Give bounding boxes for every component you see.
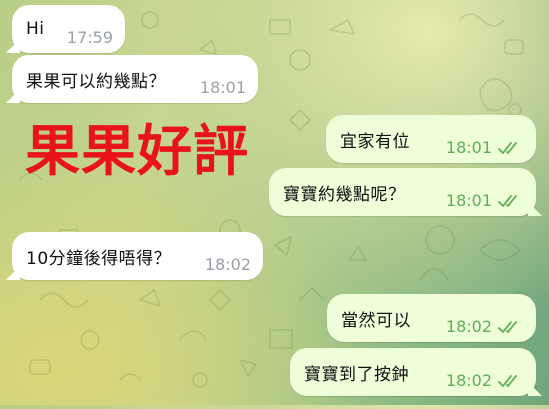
- message-time: 18:01: [199, 78, 246, 97]
- message-time: 17:59: [66, 28, 113, 47]
- message-bubble-incoming[interactable]: 果果可以約幾點？ 18:01: [12, 55, 258, 103]
- message-bubble-outgoing[interactable]: 當然可以 18:02: [327, 294, 536, 342]
- message-meta: 18:01: [446, 191, 524, 210]
- message-bubble-incoming[interactable]: Hi 17:59: [12, 5, 125, 53]
- message-text: 宜家有位: [340, 131, 410, 152]
- double-check-icon: [498, 374, 517, 387]
- message-meta: 18:01: [200, 78, 246, 97]
- message-bubble-outgoing[interactable]: 寶寶約幾點呢？ 18:01: [269, 168, 536, 216]
- message-time: 18:02: [445, 371, 492, 390]
- message-text: 10分鐘後得唔得？: [26, 248, 172, 269]
- double-check-icon: [498, 320, 517, 333]
- double-check-icon: [498, 141, 517, 154]
- message-meta: 18:02: [446, 371, 524, 390]
- message-bubble-outgoing[interactable]: 寶寶到了按鈡 18:02: [290, 348, 536, 396]
- message-meta: 17:59: [67, 28, 113, 47]
- message-text: 寶寶約幾點呢？: [283, 184, 406, 205]
- message-time: 18:01: [445, 191, 492, 210]
- message-time: 18:01: [445, 138, 492, 157]
- message-text: 當然可以: [341, 310, 411, 331]
- message-meta: 18:01: [446, 138, 524, 157]
- message-meta: 18:02: [446, 317, 524, 336]
- message-time: 18:02: [204, 255, 251, 274]
- double-check-icon: [498, 194, 517, 207]
- message-time: 18:02: [445, 317, 492, 336]
- overlay-title: 果果好評: [25, 119, 250, 183]
- message-text: Hi: [26, 19, 45, 39]
- message-meta: 18:02: [205, 255, 251, 274]
- message-bubble-incoming[interactable]: 10分鐘後得唔得？ 18:02: [12, 232, 263, 280]
- message-text: 果果可以約幾點？: [26, 71, 166, 92]
- message-bubble-outgoing[interactable]: 宜家有位 18:01: [326, 115, 536, 163]
- message-text: 寶寶到了按鈡: [304, 364, 409, 385]
